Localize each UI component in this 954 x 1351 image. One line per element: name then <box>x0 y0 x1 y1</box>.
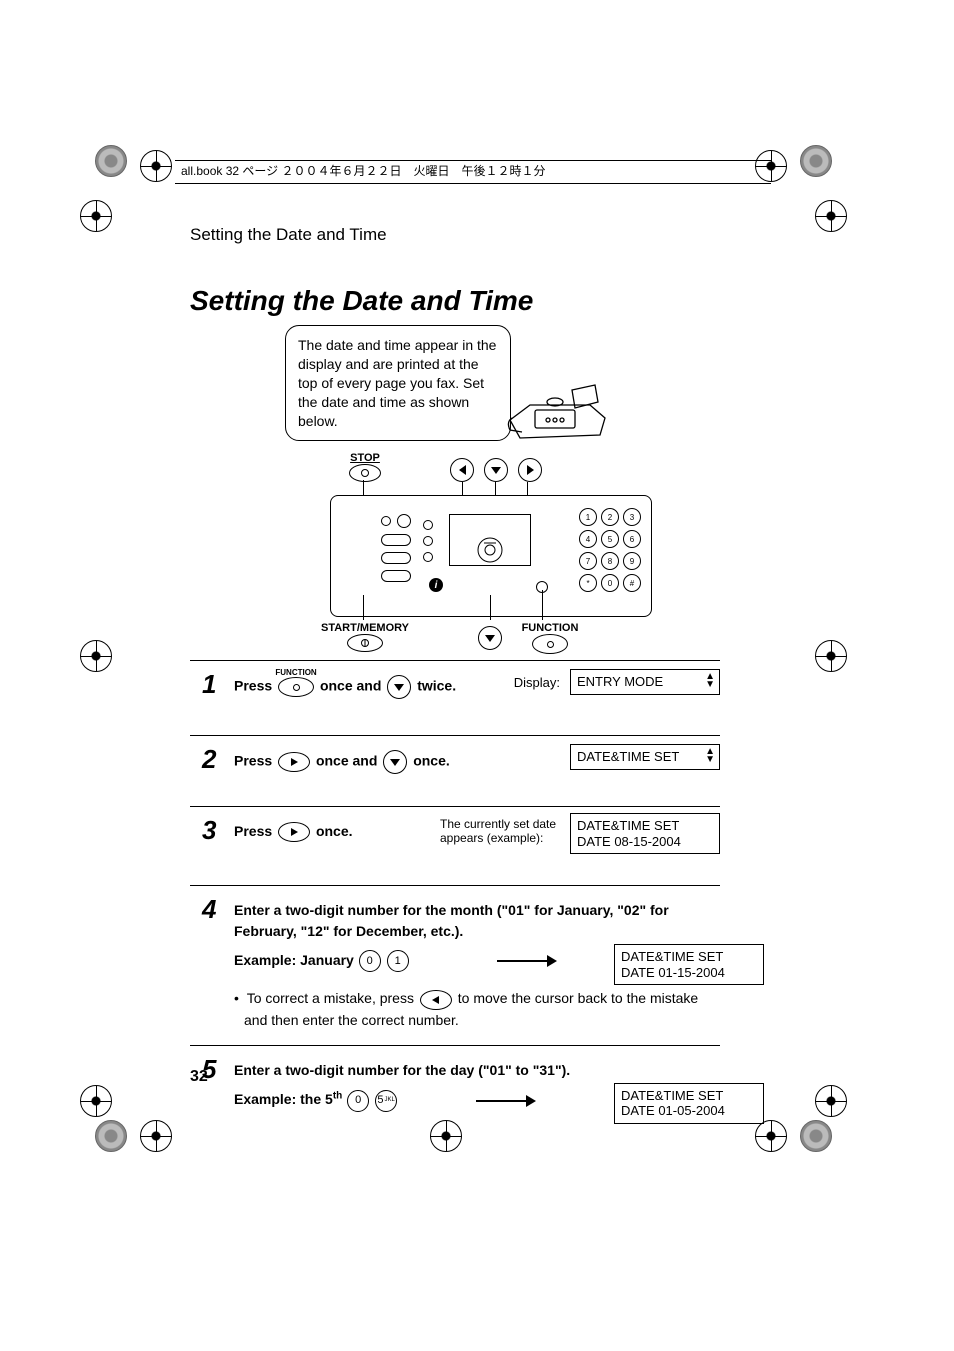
crop-mark <box>80 200 112 232</box>
start-memory-button-icon <box>347 634 383 652</box>
step-5: 5 Enter a two-digit number for the day (… <box>190 1046 720 1126</box>
print-header: all.book 32 ページ ２００４年６月２２日 火曜日 午後１２時１分 <box>175 160 771 184</box>
lcd-readout: DATE&TIME SET DATE 01-05-2004 <box>614 1083 764 1124</box>
lcd-readout: DATE&TIME SET ▲▼ <box>570 744 720 770</box>
step-number: 4 <box>202 894 216 925</box>
left-arrow-icon <box>450 458 474 482</box>
down-arrow-icon <box>478 626 502 650</box>
right-arrow-icon <box>518 458 542 482</box>
keypad-illustration: 123 456 789 *0# <box>579 508 641 592</box>
crop-mark <box>815 1085 847 1117</box>
down-arrow-icon <box>383 750 407 774</box>
leader-line <box>490 595 491 620</box>
lcd-screen-illustration <box>449 514 531 566</box>
lcd-readout: DATE&TIME SET DATE 01-15-2004 <box>614 944 764 985</box>
crop-dot <box>95 1120 127 1152</box>
running-head: Setting the Date and Time <box>190 225 387 245</box>
leader-line <box>363 595 364 620</box>
step-number: 3 <box>202 815 216 846</box>
result-arrow-icon <box>497 957 557 965</box>
step-1: 1 Press FUNCTION once and twice. Display… <box>190 661 720 736</box>
function-button-icon <box>532 634 568 654</box>
steps-list: 1 Press FUNCTION once and twice. Display… <box>190 660 720 1126</box>
lcd-readout: DATE&TIME SET DATE 08-15-2004 <box>570 813 720 854</box>
control-panel-illustration: i 123 456 789 *0# <box>330 495 652 617</box>
down-arrow-icon <box>387 675 411 699</box>
crop-mark <box>815 200 847 232</box>
right-arrow-icon <box>278 752 310 772</box>
crop-mark <box>755 1120 787 1152</box>
step-number: 2 <box>202 744 216 775</box>
crop-dot <box>800 145 832 177</box>
function-label: FUNCTION <box>520 622 580 654</box>
scroll-arrows-icon: ▲▼ <box>705 748 715 764</box>
crop-mark <box>80 640 112 672</box>
display-label: Display: <box>514 675 560 690</box>
leader-line <box>542 590 543 620</box>
intro-callout: The date and time appear in the display … <box>285 325 511 441</box>
step-4: 4 Enter a two-digit number for the month… <box>190 886 720 1046</box>
nav-arrow-row <box>450 458 542 482</box>
crop-mark <box>140 150 172 182</box>
result-arrow-icon <box>476 1097 536 1105</box>
function-button-icon: FUNCTION <box>278 677 314 697</box>
info-icon: i <box>429 578 443 592</box>
crop-dot <box>95 145 127 177</box>
key-5-icon: 5JKL <box>375 1090 397 1112</box>
right-arrow-icon <box>278 822 310 842</box>
header-text: all.book 32 ページ ２００４年６月２２日 火曜日 午後１２時１分 <box>181 164 545 178</box>
stop-button-icon <box>349 464 381 482</box>
left-arrow-icon <box>420 990 452 1010</box>
key-1-icon: 1 <box>387 950 409 972</box>
crop-mark <box>140 1120 172 1152</box>
stop-label: STOP <box>335 452 395 482</box>
page-number: 32 <box>190 1068 208 1086</box>
step-2: 2 Press once and once. DATE&TIME SET ▲▼ <box>190 736 720 807</box>
step3-note: The currently set date appears (example)… <box>440 817 560 845</box>
crop-mark <box>815 640 847 672</box>
down-arrow-icon <box>484 458 508 482</box>
down-button-label <box>478 626 502 650</box>
step-number: 1 <box>202 669 216 700</box>
lcd-readout: ENTRY MODE ▲▼ <box>570 669 720 695</box>
scroll-arrows-icon: ▲▼ <box>705 673 715 689</box>
step-3: 3 Press once. The currently set date app… <box>190 807 720 886</box>
crop-mark <box>80 1085 112 1117</box>
key-0-icon: 0 <box>347 1090 369 1112</box>
crop-dot <box>800 1120 832 1152</box>
key-0-icon: 0 <box>359 950 381 972</box>
fax-machine-illustration <box>500 360 620 450</box>
start-memory-label: START/MEMORY <box>320 622 410 652</box>
page-title: Setting the Date and Time <box>190 285 533 317</box>
